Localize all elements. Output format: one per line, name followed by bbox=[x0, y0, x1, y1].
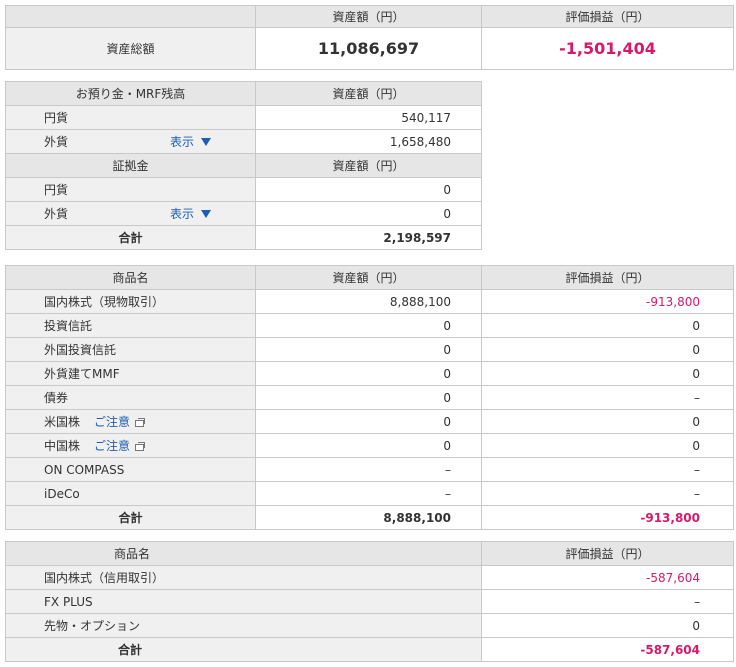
deposits-table: お預り金・MRF残高 資産額（円） 円貨 540,117 外貨 表示 1,658… bbox=[5, 81, 482, 250]
products-header-asset: 資産額（円） bbox=[255, 265, 482, 290]
product-asset: 0 bbox=[255, 385, 482, 410]
table-row: 国内株式（信用取引） -587,604 bbox=[5, 565, 734, 590]
product-asset: 0 bbox=[255, 361, 482, 386]
product-pl: -913,800 bbox=[481, 289, 734, 314]
notice-link-label: ご注意 bbox=[94, 415, 131, 429]
table-row: 米国株 ご注意 0 0 bbox=[5, 409, 734, 434]
deposit-fx-show-label: 表示 bbox=[170, 135, 195, 149]
table-row: 債券 0 – bbox=[5, 385, 734, 410]
product-asset: 8,888,100 bbox=[255, 289, 482, 314]
notice-link-label: ご注意 bbox=[94, 439, 131, 453]
table-row: ON COMPASS – – bbox=[5, 457, 734, 482]
product-name: iDeCo bbox=[44, 486, 80, 501]
table-row: FX PLUS – bbox=[5, 589, 734, 614]
table-row: 外貨建てMMF 0 0 bbox=[5, 361, 734, 386]
deposit-fx-show-toggle[interactable]: 表示 bbox=[170, 133, 212, 150]
asset-summary-table: 資産額（円） 評価損益（円） 資産総額 11,086,697 -1,501,40… bbox=[5, 5, 734, 70]
product-asset: 0 bbox=[255, 433, 482, 458]
deposit-jpy-value: 540,117 bbox=[255, 105, 482, 130]
deposits-header-asset: 資産額（円） bbox=[255, 81, 482, 106]
products-header-pl: 評価損益（円） bbox=[481, 265, 734, 290]
summary-header-asset: 資産額（円） bbox=[255, 5, 482, 28]
deposit-fx-value: 1,658,480 bbox=[255, 129, 482, 154]
total-assets-label: 資産総額 bbox=[5, 27, 256, 70]
credit-product-name: 国内株式（信用取引） bbox=[44, 571, 165, 585]
products-table: 商品名 資産額（円） 評価損益（円） 国内株式（現物取引） 8,888,100 … bbox=[5, 265, 734, 530]
credit-product-name: FX PLUS bbox=[44, 594, 93, 609]
deposits-header-label: お預り金・MRF残高 bbox=[5, 81, 256, 106]
product-pl: 0 bbox=[481, 433, 734, 458]
margin-jpy-value: 0 bbox=[255, 177, 482, 202]
table-row: 国内株式（現物取引） 8,888,100 -913,800 bbox=[5, 289, 734, 314]
product-name: 米国株 bbox=[44, 415, 81, 429]
margin-header-label: 証拠金 bbox=[5, 153, 256, 178]
margin-fx-show-toggle[interactable]: 表示 bbox=[170, 205, 212, 222]
product-asset: – bbox=[255, 481, 482, 506]
credit-header-pl: 評価損益（円） bbox=[481, 541, 734, 566]
table-row: 中国株 ご注意 0 0 bbox=[5, 433, 734, 458]
credit-product-pl: – bbox=[481, 589, 734, 614]
credit-header-name: 商品名 bbox=[5, 541, 482, 566]
margin-row-fx: 外貨 表示 0 bbox=[5, 201, 482, 226]
us-stock-notice-link[interactable]: ご注意 bbox=[94, 413, 146, 430]
margin-fx-show-label: 表示 bbox=[170, 207, 195, 221]
product-pl: 0 bbox=[481, 337, 734, 362]
deposit-row-fx: 外貨 表示 1,658,480 bbox=[5, 129, 482, 154]
china-stock-notice-link[interactable]: ご注意 bbox=[94, 437, 146, 454]
products-total-asset: 8,888,100 bbox=[255, 505, 482, 530]
deposit-jpy-label: 円貨 bbox=[44, 111, 69, 125]
deposits-total-value: 2,198,597 bbox=[255, 225, 482, 250]
summary-header-pl: 評価損益（円） bbox=[481, 5, 734, 28]
product-pl: – bbox=[481, 481, 734, 506]
margin-header-asset: 資産額（円） bbox=[255, 153, 482, 178]
product-asset: 0 bbox=[255, 313, 482, 338]
product-name: 国内株式（現物取引） bbox=[44, 295, 165, 309]
triangle-down-icon bbox=[201, 209, 212, 218]
deposit-row-jpy: 円貨 540,117 bbox=[5, 105, 482, 130]
product-asset: – bbox=[255, 457, 482, 482]
table-row: iDeCo – – bbox=[5, 481, 734, 506]
credit-product-pl: -587,604 bbox=[481, 565, 734, 590]
products-total-pl: -913,800 bbox=[481, 505, 734, 530]
credit-product-name: 先物・オプション bbox=[44, 619, 141, 633]
product-name: 外国投資信託 bbox=[44, 343, 117, 357]
triangle-down-icon bbox=[201, 137, 212, 146]
deposit-fx-label: 外貨 bbox=[44, 135, 69, 149]
summary-header-blank bbox=[5, 5, 256, 28]
product-asset: 0 bbox=[255, 409, 482, 434]
table-row: 投資信託 0 0 bbox=[5, 313, 734, 338]
product-name: 債券 bbox=[44, 391, 69, 405]
product-pl: 0 bbox=[481, 409, 734, 434]
total-pl-value: -1,501,404 bbox=[481, 27, 734, 70]
product-name: 投資信託 bbox=[44, 319, 93, 333]
product-name: ON COMPASS bbox=[44, 462, 125, 477]
credit-total-pl: -587,604 bbox=[481, 637, 734, 662]
margin-jpy-label: 円貨 bbox=[44, 183, 69, 197]
table-row: 外国投資信託 0 0 bbox=[5, 337, 734, 362]
credit-table: 商品名 評価損益（円） 国内株式（信用取引） -587,604 FX PLUS … bbox=[5, 541, 734, 662]
margin-row-jpy: 円貨 0 bbox=[5, 177, 482, 202]
product-name: 外貨建てMMF bbox=[44, 367, 120, 381]
products-total-label: 合計 bbox=[5, 505, 256, 530]
total-assets-value: 11,086,697 bbox=[255, 27, 482, 70]
product-pl: 0 bbox=[481, 361, 734, 386]
credit-product-pl: 0 bbox=[481, 613, 734, 638]
external-window-icon bbox=[135, 417, 146, 427]
credit-total-label: 合計 bbox=[5, 637, 482, 662]
margin-fx-label: 外貨 bbox=[44, 207, 69, 221]
product-pl: 0 bbox=[481, 313, 734, 338]
table-row: 先物・オプション 0 bbox=[5, 613, 734, 638]
product-asset: 0 bbox=[255, 337, 482, 362]
margin-fx-value: 0 bbox=[255, 201, 482, 226]
product-pl: – bbox=[481, 457, 734, 482]
product-name: 中国株 bbox=[44, 439, 81, 453]
products-header-name: 商品名 bbox=[5, 265, 256, 290]
product-pl: – bbox=[481, 385, 734, 410]
external-window-icon bbox=[135, 441, 146, 451]
deposits-total-label: 合計 bbox=[5, 225, 256, 250]
